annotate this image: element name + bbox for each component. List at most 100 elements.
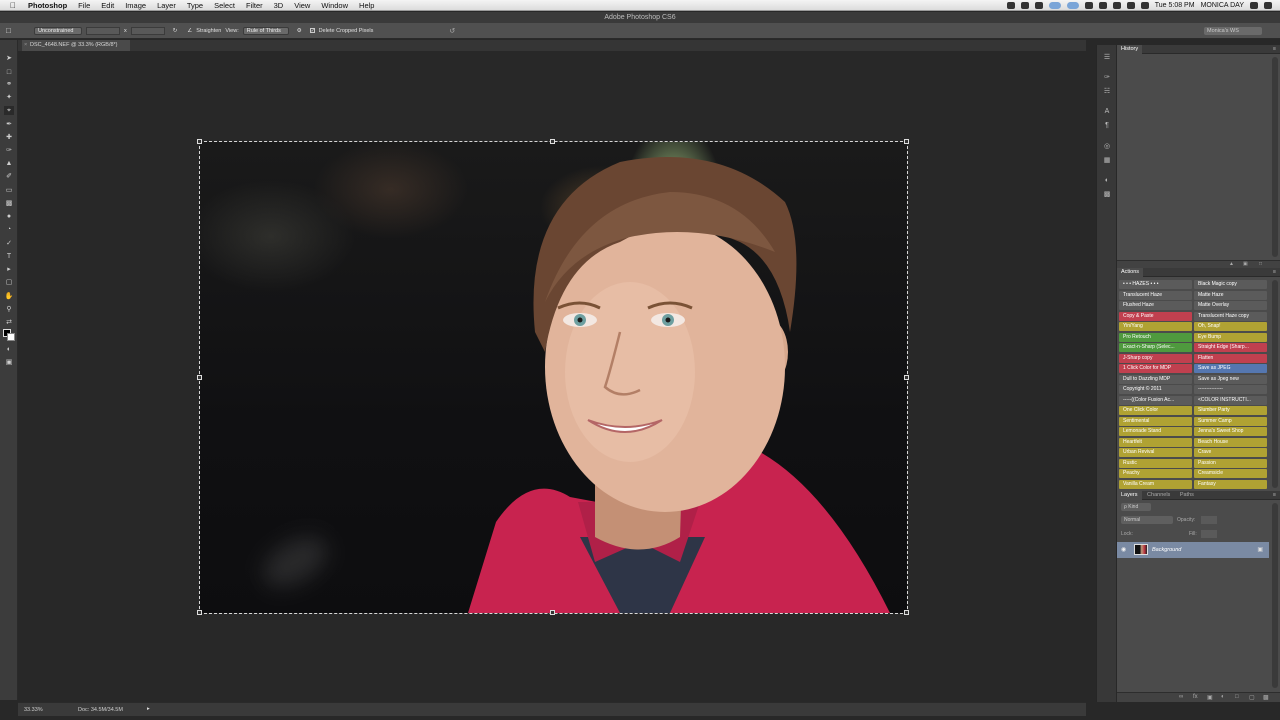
action-button[interactable]: Copy & Paste bbox=[1119, 311, 1192, 321]
delete-cropped-checkbox[interactable]: ✓ bbox=[309, 28, 315, 34]
move-tool-icon[interactable]: ➤ bbox=[4, 54, 14, 63]
layer-lock-icon[interactable]: ▣ bbox=[1257, 546, 1263, 553]
actions-tab[interactable]: Actions bbox=[1117, 268, 1144, 277]
layers-scrollbar[interactable] bbox=[1272, 503, 1278, 688]
panel-menu-icon[interactable]: ≡ bbox=[1273, 491, 1276, 500]
crop-handle-bottom-left[interactable] bbox=[197, 610, 202, 615]
hand-tool-icon[interactable]: ✋ bbox=[4, 292, 14, 301]
action-button[interactable]: Sentimental bbox=[1119, 416, 1192, 426]
menu-select[interactable]: Select bbox=[214, 1, 235, 10]
marquee-tool-icon[interactable]: □ bbox=[4, 68, 14, 77]
crop-handle-bottom-right[interactable] bbox=[904, 610, 909, 615]
ratio-dropdown[interactable]: Unconstrained bbox=[34, 26, 82, 35]
action-button[interactable]: Pro Retouch bbox=[1119, 332, 1192, 342]
blur-tool-icon[interactable]: ● bbox=[4, 212, 14, 221]
action-button[interactable]: Lemonade Stand bbox=[1119, 427, 1192, 436]
action-button[interactable]: 1 Click Color for MDP bbox=[1119, 364, 1192, 373]
new-group-icon[interactable]: □ bbox=[1235, 694, 1239, 700]
action-button[interactable]: Yin/Yang bbox=[1119, 322, 1192, 331]
blend-mode-dropdown[interactable]: Normal bbox=[1121, 516, 1173, 524]
crop-handle-top[interactable] bbox=[550, 139, 555, 144]
action-button[interactable]: Vanilla Cream bbox=[1119, 479, 1192, 489]
menu-view[interactable]: View bbox=[294, 1, 310, 10]
ratio-width-field[interactable] bbox=[86, 26, 120, 35]
color-icon[interactable]: ◐ bbox=[1102, 176, 1112, 185]
action-button[interactable]: Rustic bbox=[1119, 458, 1192, 468]
histogram-icon[interactable]: ▦ bbox=[1102, 156, 1112, 165]
action-button[interactable]: Oh, Snap! bbox=[1194, 322, 1267, 331]
history-scrollbar[interactable] bbox=[1272, 57, 1278, 257]
crop-tool-preset-icon[interactable]: □ bbox=[6, 26, 20, 35]
timer-icon[interactable] bbox=[1098, 2, 1107, 9]
layer-name[interactable]: Background bbox=[1152, 542, 1181, 558]
lasso-tool-icon[interactable]: ⚭ bbox=[4, 80, 14, 89]
link-layers-icon[interactable]: ∞ bbox=[1179, 694, 1183, 700]
action-button[interactable]: Fantasy bbox=[1194, 479, 1267, 489]
panel-menu-icon[interactable]: ≡ bbox=[1273, 268, 1276, 277]
menu-filter[interactable]: Filter bbox=[246, 1, 263, 10]
timemachine-icon[interactable] bbox=[1034, 2, 1043, 9]
swap-colors-icon[interactable]: ⇄ bbox=[4, 318, 14, 327]
zoom-tool-icon[interactable]: ⚲ bbox=[4, 305, 14, 314]
document-image[interactable] bbox=[200, 142, 907, 613]
new-document-icon[interactable]: ▲ bbox=[1229, 261, 1235, 267]
gradient-tool-icon[interactable]: ▩ bbox=[4, 199, 14, 208]
type-tool-icon[interactable]: T bbox=[4, 252, 14, 261]
panel-menu-icon[interactable]: ≡ bbox=[1273, 45, 1276, 54]
straighten-icon[interactable]: ∠ bbox=[187, 28, 192, 34]
brush-panel-icon[interactable]: ✑ bbox=[1102, 73, 1112, 82]
dodge-tool-icon[interactable]: ◔ bbox=[4, 225, 14, 234]
background-color-swatch[interactable] bbox=[7, 333, 15, 341]
menu-help[interactable]: Help bbox=[359, 1, 374, 10]
straighten-label[interactable]: Straighten bbox=[196, 28, 221, 34]
ratio-height-field[interactable] bbox=[130, 26, 165, 35]
action-button[interactable]: Translucent Haze copy bbox=[1194, 311, 1267, 321]
bluetooth-icon[interactable] bbox=[1084, 2, 1093, 9]
eyedropper-tool-icon[interactable]: ✒ bbox=[4, 120, 14, 129]
menu-type[interactable]: Type bbox=[187, 1, 203, 10]
swatches-icon[interactable]: ▩ bbox=[1102, 190, 1112, 199]
visibility-eye-icon[interactable]: ◉ bbox=[1121, 546, 1126, 553]
path-selection-tool-icon[interactable]: ▸ bbox=[4, 265, 14, 274]
wifi-icon[interactable] bbox=[1112, 2, 1121, 9]
snapshot-icon[interactable]: ▣ bbox=[1243, 261, 1249, 267]
battery-icon[interactable] bbox=[1140, 2, 1149, 9]
menu-image[interactable]: Image bbox=[125, 1, 146, 10]
crop-settings-gear-icon[interactable]: ⚙ bbox=[297, 28, 302, 34]
action-button[interactable]: Save as Jpeg new bbox=[1194, 374, 1267, 384]
menu-layer[interactable]: Layer bbox=[157, 1, 176, 10]
tab-paths[interactable]: Paths bbox=[1176, 491, 1198, 500]
user-name[interactable]: MONICA DAY bbox=[1201, 2, 1244, 9]
action-button[interactable]: Translucent Haze bbox=[1119, 290, 1192, 300]
action-button[interactable]: Straight Edge (Sharp... bbox=[1194, 343, 1267, 352]
action-button[interactable]: Dull to Dazzling MDP bbox=[1119, 374, 1192, 384]
action-button[interactable]: Copyright © 2011 bbox=[1119, 385, 1192, 394]
paragraph-icon[interactable]: ¶ bbox=[1102, 121, 1112, 130]
action-button[interactable]: <COLOR INSTRUCTI... bbox=[1194, 395, 1267, 405]
action-button[interactable]: Peachy bbox=[1119, 469, 1192, 478]
opacity-field[interactable] bbox=[1201, 516, 1217, 524]
action-button[interactable]: Creamsicle bbox=[1194, 469, 1267, 478]
action-button[interactable]: Urban Revival bbox=[1119, 448, 1192, 457]
zoom-level[interactable]: 33.33% bbox=[24, 707, 43, 713]
dropbox-icon[interactable] bbox=[1006, 2, 1015, 9]
action-button[interactable]: Flatten bbox=[1194, 353, 1267, 363]
action-button[interactable]: Passion bbox=[1194, 458, 1267, 468]
navigator-icon[interactable]: ◎ bbox=[1102, 142, 1112, 151]
layer-filter-kind[interactable]: ρ Kind bbox=[1121, 503, 1151, 511]
fill-field[interactable] bbox=[1201, 530, 1217, 538]
sync-icon[interactable] bbox=[1020, 2, 1029, 9]
brush-tool-icon[interactable]: ✑ bbox=[4, 146, 14, 155]
close-tab-icon[interactable]: × bbox=[24, 40, 27, 51]
delete-layer-icon[interactable]: ▩ bbox=[1263, 694, 1269, 701]
eraser-tool-icon[interactable]: ▭ bbox=[4, 186, 14, 195]
action-button[interactable]: Slumber Party bbox=[1194, 406, 1267, 415]
shape-tool-icon[interactable]: ▢ bbox=[4, 278, 14, 287]
crop-handle-left[interactable] bbox=[197, 375, 202, 380]
action-button[interactable]: • • • HAZES • • • bbox=[1119, 280, 1192, 289]
menu-file[interactable]: File bbox=[78, 1, 90, 10]
actions-scrollbar[interactable] bbox=[1272, 280, 1278, 488]
spotlight-icon[interactable] bbox=[1250, 2, 1258, 9]
overlay-dropdown[interactable]: Rule of Thirds bbox=[242, 26, 289, 35]
clone-stamp-tool-icon[interactable]: ▲ bbox=[4, 159, 14, 168]
